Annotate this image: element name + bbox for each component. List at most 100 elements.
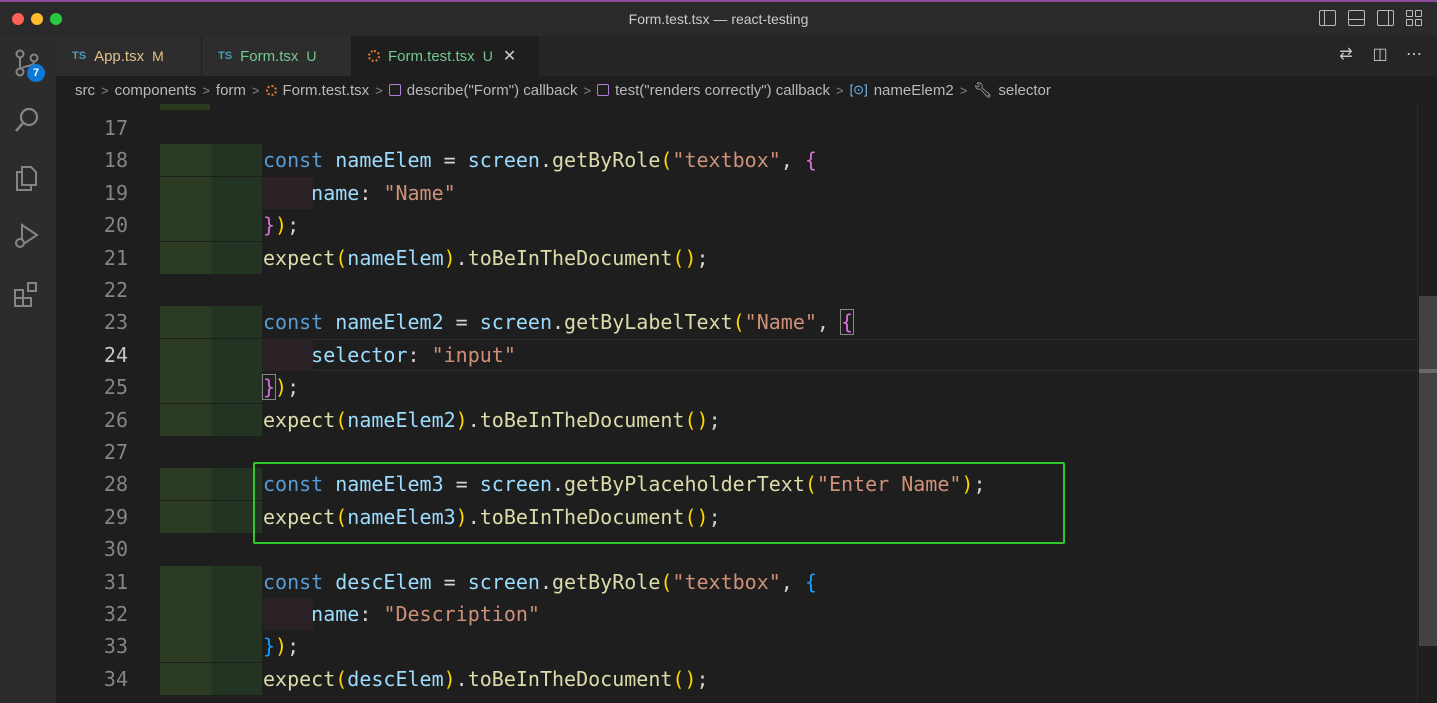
line-number: 25	[103, 375, 128, 400]
tab-status: U	[482, 48, 493, 64]
code-line[interactable]: 25});	[56, 371, 1418, 404]
code-line[interactable]: 32 name: "Description"	[56, 598, 1418, 630]
breadcrumb-item[interactable]: Form.test.tsx	[283, 82, 370, 99]
code-line[interactable]: 26 expect(nameElem2).toBeInTheDocument();	[56, 403, 1418, 436]
test-file-gear-icon	[265, 84, 277, 96]
code-token: nameElem	[347, 245, 444, 270]
code-line[interactable]: 20});	[56, 209, 1418, 242]
breadcrumb-item[interactable]: src	[75, 82, 95, 99]
code-line[interactable]: 18 const nameElem = screen.getByRole("tex…	[56, 144, 1418, 177]
code-line[interactable]: 19 name: "Name"	[56, 176, 1418, 209]
code-line[interactable]: 22	[56, 274, 1418, 306]
code-token: selector	[311, 342, 408, 367]
code-text: selector: "input"	[263, 339, 516, 371]
tab-form-tsx[interactable]: TS Form.tsx U	[202, 36, 352, 76]
code-token: )	[275, 213, 288, 238]
added-line-gutter	[160, 371, 212, 404]
customize-layout-icon[interactable]	[1406, 10, 1423, 26]
code-token: "Description"	[383, 602, 540, 626]
line-number: 23	[103, 310, 128, 335]
chevron-right-icon: >	[251, 82, 260, 98]
explorer-icon[interactable]	[12, 163, 42, 193]
highlight-box	[253, 462, 1065, 544]
more-actions-icon[interactable]: ⋯	[1405, 46, 1423, 64]
breadcrumb-item[interactable]: selector	[998, 82, 1051, 99]
toggle-secondary-sidebar-icon[interactable]	[1377, 10, 1394, 26]
breadcrumb-item[interactable]: nameElem2	[874, 82, 954, 99]
code-text: expect(nameElem2).toBeInTheDocument();	[263, 404, 721, 436]
code-editor[interactable]: 17 18 const nameElem = screen.getByRole("t…	[56, 104, 1437, 703]
line-number: 22	[103, 278, 128, 302]
indent-guide	[212, 241, 262, 274]
breadcrumb-item[interactable]: components	[115, 82, 197, 99]
code-line[interactable]: 17	[56, 112, 1418, 144]
breadcrumb-item[interactable]: test("renders correctly") callback	[615, 82, 830, 99]
code-token: ()	[672, 245, 697, 270]
code-token: toBeInTheDocument	[467, 245, 673, 270]
line-number: 31	[103, 569, 128, 594]
matching-bracket: }	[261, 374, 277, 401]
close-tab-icon[interactable]: ✕	[503, 46, 516, 66]
typescript-file-icon: TS	[218, 50, 233, 62]
search-icon[interactable]	[12, 106, 42, 136]
chevron-right-icon: >	[835, 82, 844, 98]
run-and-debug-icon[interactable]	[12, 221, 42, 251]
extensions-icon[interactable]	[12, 279, 42, 309]
code-token: )	[275, 375, 288, 400]
code-token: nameElem2	[335, 310, 444, 335]
tab-label: Form.tsx	[240, 47, 299, 65]
code-line[interactable]: 33});	[56, 630, 1418, 663]
code-text: name: "Name"	[263, 177, 456, 209]
tab-app-tsx[interactable]: TS App.tsx M	[56, 36, 202, 76]
code-token: ;	[708, 407, 721, 432]
code-token: {	[804, 148, 817, 173]
code-line[interactable]: 23 const nameElem2 = screen.getByLabelTex…	[56, 306, 1418, 339]
added-line-gutter	[160, 662, 212, 695]
code-token: =	[431, 569, 468, 594]
line-number: 20	[103, 213, 128, 238]
code-token: .	[552, 310, 565, 335]
code-token: (	[660, 569, 673, 594]
method-cube-icon	[597, 84, 610, 96]
line-number: 24	[103, 342, 128, 367]
code-token: .	[539, 148, 552, 173]
code-token: getByLabelText	[564, 310, 733, 335]
vertical-scrollbar[interactable]	[1417, 104, 1437, 703]
code-line[interactable]: 24 selector: "input"	[56, 338, 1418, 371]
open-changes-icon[interactable]: ⇄	[1337, 46, 1355, 64]
code-token: screen	[467, 148, 540, 173]
code-token: nameElem	[335, 148, 432, 173]
code-line[interactable]: 34 expect(descElem).toBeInTheDocument();	[56, 662, 1418, 695]
breadcrumb-item[interactable]: form	[216, 82, 246, 99]
added-line-gutter	[160, 403, 212, 436]
line-number: 17	[103, 116, 128, 140]
chevron-right-icon: >	[375, 82, 383, 98]
code-token: .	[539, 569, 552, 594]
code-token: screen	[467, 569, 540, 594]
code-line[interactable]: 31 const descElem = screen.getByRole("tex…	[56, 565, 1418, 598]
toggle-primary-sidebar-icon[interactable]	[1319, 10, 1336, 26]
scrollbar-thumb[interactable]	[1419, 296, 1437, 646]
code-token: ,	[816, 310, 842, 335]
toggle-panel-icon[interactable]	[1348, 10, 1365, 26]
code-token: expect	[263, 407, 336, 432]
code-token: .	[455, 666, 468, 691]
added-line-gutter	[160, 209, 212, 242]
source-control-badge: 7	[27, 64, 45, 82]
code-token: getByRole	[552, 569, 661, 594]
code-token: .	[467, 407, 480, 432]
code-line[interactable]: 21 expect(nameElem).toBeInTheDocument();	[56, 241, 1418, 274]
added-line-gutter	[160, 176, 212, 209]
code-token: )	[275, 634, 288, 659]
breadcrumb-item[interactable]: describe("Form") callback	[407, 82, 578, 99]
code-token: (	[660, 148, 673, 173]
code-text: });	[263, 209, 299, 241]
split-editor-icon[interactable]: ◫	[1371, 46, 1389, 64]
code-text: expect(nameElem).toBeInTheDocument();	[263, 242, 709, 274]
chevron-right-icon: >	[583, 82, 592, 98]
code-token: (	[335, 245, 348, 270]
tab-form-test-tsx[interactable]: Form.test.tsx U ✕	[352, 36, 538, 76]
title-bar: Form.test.tsx — react-testing	[0, 0, 1437, 36]
